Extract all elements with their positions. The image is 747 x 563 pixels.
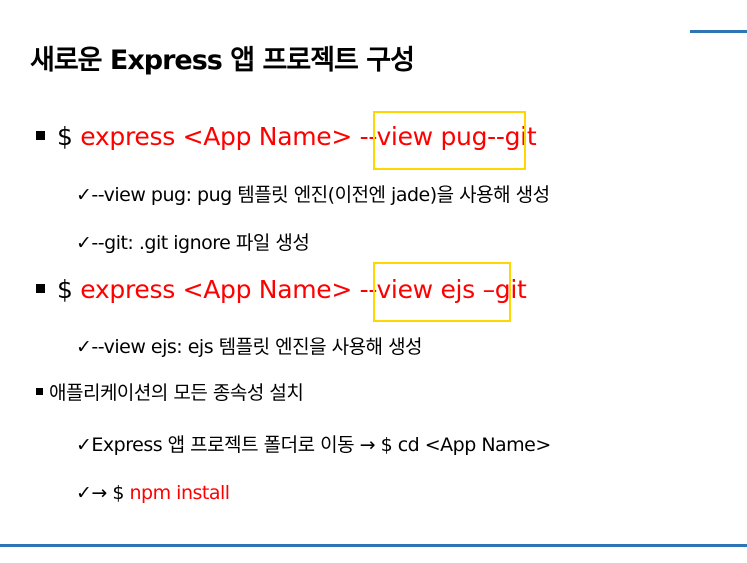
command-express: express <App Name> xyxy=(80,122,353,151)
sub-item-view-pug: ✓--view pug: pug 템플릿 엔진(이전엔 jade)을 사용해 생… xyxy=(76,184,550,206)
check-icon: ✓ xyxy=(76,434,92,456)
command-express: express <App Name> xyxy=(80,275,353,304)
check-icon: ✓ xyxy=(76,232,92,254)
prompt-symbol: $ xyxy=(57,122,81,151)
check-icon: ✓ xyxy=(76,184,92,206)
square-bullet-icon xyxy=(36,283,45,293)
sub-item-cd-folder: ✓Express 앱 프로젝트 폴더로 이동 → $ cd <App Name> xyxy=(76,434,551,456)
check-icon: ✓ xyxy=(76,482,92,504)
sub-item-npm-install: ✓→ $ npm install xyxy=(76,482,230,504)
highlight-box-view-ejs xyxy=(373,262,511,322)
sub-item-git: ✓--git: .git ignore 파일 생성 xyxy=(76,232,310,254)
sub-item-view-ejs: ✓--view ejs: ejs 템플릿 엔진을 사용해 생성 xyxy=(76,336,423,358)
bullet-install-deps: 애플리케이션의 모든 종속성 설치 xyxy=(36,378,304,405)
highlight-box-view-pug xyxy=(373,111,526,170)
arrow-icon: → $ xyxy=(91,482,130,504)
prompt-symbol: $ xyxy=(57,275,81,304)
square-bullet-icon xyxy=(36,388,43,395)
top-accent-rule xyxy=(690,30,747,33)
bottom-accent-rule xyxy=(0,544,747,547)
command-npm-install: npm install xyxy=(129,482,231,504)
slide-title: 새로운 Express 앱 프로젝트 구성 xyxy=(30,45,415,76)
square-bullet-icon xyxy=(36,130,45,140)
check-icon: ✓ xyxy=(76,336,92,358)
